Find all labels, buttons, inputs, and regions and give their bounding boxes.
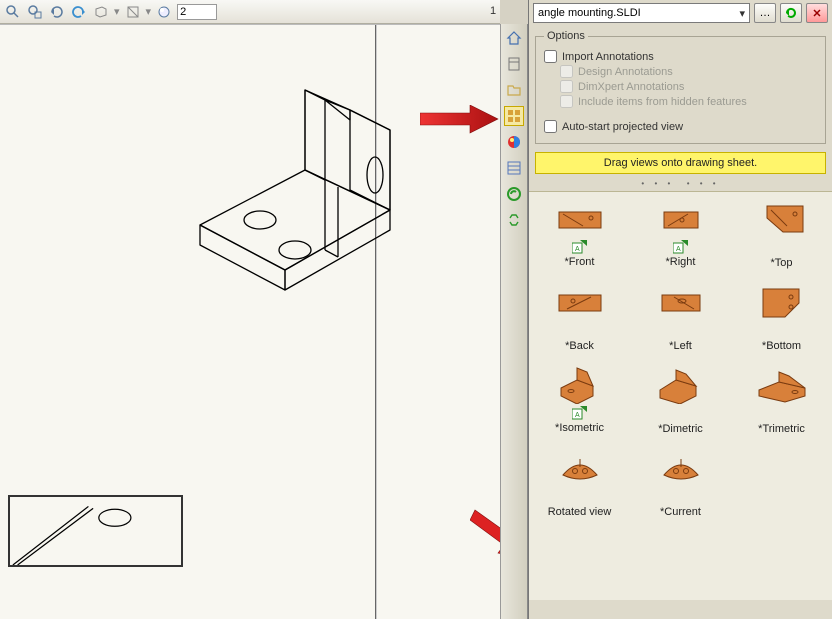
include-hidden-checkbox [560,95,573,108]
display-style-icon[interactable] [92,3,110,21]
view-thumbnail-rotatedview[interactable]: Rotated view [537,449,623,518]
view-palette-panel: angle mounting.SLDI ▾ … ✕ Options Import… [528,0,832,619]
view-label: *Back [537,340,623,352]
view-thumbnail-isometric[interactable]: A *Isometric [537,366,623,435]
close-button[interactable]: ✕ [806,3,828,23]
dimxpert-annotations-row: DimXpert Annotations [560,80,817,93]
main-toolbar: ▾ ▾ [0,0,500,24]
section-icon[interactable] [124,3,142,21]
view-thumb-icon [755,283,809,321]
view-thumb-icon [553,200,607,238]
view-thumb-icon [654,449,708,487]
view-label: *Isometric [537,422,623,434]
view-thumbnail-left[interactable]: *Left [638,283,724,352]
view-thumb-icon [755,200,809,238]
design-annotations-row: Design Annotations [560,65,817,78]
view-thumbnail-right[interactable]: A *Right [638,200,724,269]
resources-tab-icon[interactable] [504,184,524,204]
view-thumb-icon [654,283,708,321]
view-thumb-icon [553,449,607,487]
small-drawing-view[interactable] [8,495,183,567]
import-annotations-row[interactable]: Import Annotations [544,50,817,63]
options-group: Options Import Annotations Design Annota… [535,30,826,144]
callout-arrow-top [420,105,500,135]
view-thumbnail-back[interactable]: *Back [537,283,623,352]
view-label: *Dimetric [638,423,724,435]
view-label: *Front [537,256,623,268]
include-hidden-row: Include items from hidden features [560,95,817,108]
view-thumb-icon [755,366,809,404]
home-tab-icon[interactable] [504,28,524,48]
refresh-button[interactable] [780,3,802,23]
view-label: *Current [638,506,724,518]
properties-tab-icon[interactable] [504,158,524,178]
view-thumb-icon [553,283,607,321]
browse-button[interactable]: … [754,3,776,23]
task-pane-tabs [500,24,528,619]
import-annotations-checkbox[interactable] [544,50,557,63]
view-thumbnail-current[interactable]: *Current [638,449,724,518]
svg-text:A: A [676,246,681,253]
view-label: *Top [739,257,825,269]
design-library-icon[interactable] [504,54,524,74]
view-palette-area: A *Front A *Right *Top *Back *Left *Bottom A *Iso… [529,191,832,600]
recycle-tab-icon[interactable] [504,210,524,230]
appearances-tab-icon[interactable] [504,132,524,152]
view-label: *Left [638,340,724,352]
design-annotations-checkbox [560,65,573,78]
view-thumb-icon [654,366,708,404]
drawing-canvas[interactable] [0,24,500,619]
auto-start-checkbox[interactable] [544,120,557,133]
view-thumb-icon [553,366,607,404]
chevron-down-icon: ▾ [739,7,745,20]
view-thumbnail-trimetric[interactable]: *Trimetric [739,366,825,435]
options-legend: Options [544,30,588,42]
drag-handle[interactable]: • • • • • • [529,178,832,191]
zoom-area-icon[interactable] [26,3,44,21]
file-explorer-icon[interactable] [504,80,524,100]
zoom-fit-icon[interactable] [4,3,22,21]
view-thumbnail-dimetric[interactable]: *Dimetric [638,366,724,435]
view-label: Rotated view [537,506,623,518]
view-label: *Trimetric [739,423,825,435]
view-label: *Right [638,256,724,268]
view-thumbnail-bottom[interactable]: *Bottom [739,283,825,352]
svg-text:A: A [575,412,580,419]
view-label: *Bottom [739,340,825,352]
svg-text:A: A [575,246,580,253]
isometric-part-view[interactable] [190,75,410,335]
appearance-icon[interactable] [155,3,173,21]
view-thumbnail-front[interactable]: A *Front [537,200,623,269]
drag-hint-banner: Drag views onto drawing sheet. [535,152,826,174]
rotate-view-icon[interactable] [48,3,66,21]
view-thumbnail-top[interactable]: *Top [739,200,825,269]
part-filename: angle mounting.SLDI [538,7,641,19]
dimxpert-annotations-checkbox [560,80,573,93]
view-palette-tab-icon[interactable] [504,106,524,126]
text-scale-input[interactable] [177,4,217,20]
part-select-combo[interactable]: angle mounting.SLDI ▾ [533,3,750,23]
redo-icon[interactable] [70,3,88,21]
view-thumb-icon [654,200,708,238]
auto-start-row[interactable]: Auto-start projected view [544,120,817,133]
